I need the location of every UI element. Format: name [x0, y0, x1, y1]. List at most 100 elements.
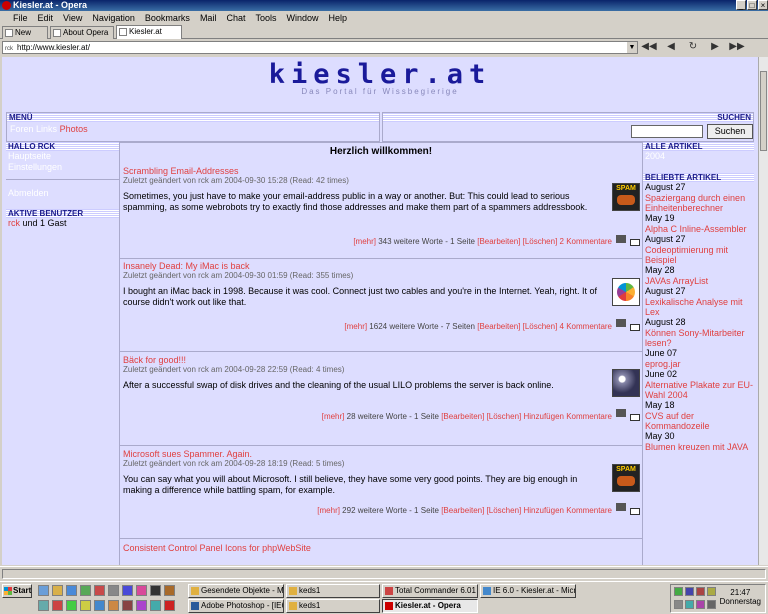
quick-launch-icon[interactable] — [150, 585, 161, 596]
tray-icon[interactable] — [696, 587, 705, 596]
menu-file[interactable]: File — [8, 13, 33, 23]
more-link[interactable]: [mehr] — [344, 322, 367, 331]
task-button-keds1[interactable]: keds1 — [286, 584, 380, 598]
edit-link[interactable]: [Bearbeiten] — [477, 322, 520, 331]
tray-icon[interactable] — [685, 600, 694, 609]
scrollbar-thumb[interactable] — [760, 71, 767, 151]
popular-link[interactable]: Alpha C Inline-Assembler — [645, 224, 754, 234]
year-link-2004[interactable]: 2004 — [643, 151, 754, 162]
site-logo[interactable]: kiesler.at — [2, 59, 758, 90]
delete-link[interactable]: [Löschen] — [523, 322, 558, 331]
mail-icon[interactable] — [630, 414, 640, 421]
clock[interactable]: 21:47 Donnerstag — [720, 588, 761, 606]
task-button-opera[interactable]: Kiesler.at - Opera — [382, 599, 478, 613]
maximize-button[interactable]: □ — [747, 0, 757, 10]
print-icon[interactable] — [616, 235, 626, 243]
popular-link[interactable]: JAVAs ArrayList — [645, 276, 754, 286]
task-button-keds1[interactable]: keds1 — [286, 599, 380, 613]
logout-link[interactable]: Abmelden — [6, 188, 119, 199]
menu-link-links[interactable]: Links — [36, 124, 57, 134]
popular-link[interactable]: CVS auf der Kommandozeile — [645, 411, 754, 431]
quick-launch-icon[interactable] — [108, 585, 119, 596]
quick-launch-icon[interactable] — [66, 600, 77, 611]
window-title-bar[interactable]: Kiesler.at - Opera — [0, 0, 768, 11]
search-input[interactable] — [631, 125, 703, 138]
more-link[interactable]: [mehr] — [317, 506, 340, 515]
popular-link[interactable]: Codeoptimierung mit Beispiel — [645, 245, 754, 265]
delete-link[interactable]: [Löschen] — [487, 506, 522, 515]
tray-icon[interactable] — [674, 587, 683, 596]
quick-launch-icon[interactable] — [94, 585, 105, 596]
search-button[interactable]: Suchen — [707, 124, 753, 139]
more-link[interactable]: [mehr] — [353, 237, 376, 246]
print-icon[interactable] — [616, 409, 626, 417]
quick-launch-icon[interactable] — [136, 600, 147, 611]
popular-link[interactable]: Spaziergang durch einen Einheitenberechn… — [645, 193, 754, 213]
tab-about-opera[interactable]: About Opera — [50, 26, 114, 39]
quick-launch-icon[interactable] — [66, 585, 77, 596]
menu-help[interactable]: Help — [324, 13, 353, 23]
menu-bookmarks[interactable]: Bookmarks — [140, 13, 195, 23]
quick-launch-icon[interactable] — [122, 600, 133, 611]
comments-link[interactable]: Hinzufügen Kommentare — [524, 412, 613, 421]
chevron-down-icon[interactable]: ▼ — [627, 42, 637, 53]
close-button[interactable]: × — [758, 0, 768, 10]
address-input[interactable]: rck http://www.kiesler.at/ ▼ — [2, 41, 638, 54]
menu-mail[interactable]: Mail — [195, 13, 222, 23]
print-icon[interactable] — [616, 503, 626, 511]
link-einstellungen[interactable]: Einstellungen — [6, 162, 119, 173]
fast-forward-icon[interactable]: ▶▶ — [728, 41, 746, 52]
popular-link[interactable]: Können Sony-Mitarbeiter lesen? — [645, 328, 754, 348]
menu-edit[interactable]: Edit — [33, 13, 59, 23]
task-button-total-commander[interactable]: Total Commander 6.01 - ... — [382, 584, 478, 598]
comments-link[interactable]: 2 Kommentare — [560, 237, 612, 246]
popular-link[interactable]: Blumen kreuzen mit JAVA — [645, 442, 754, 452]
page-viewport[interactable]: kiesler.at Das Portal für Wissbegierige … — [2, 57, 758, 565]
start-button[interactable]: Start — [2, 584, 32, 598]
quick-launch-icon[interactable] — [52, 600, 63, 611]
link-hauptseite[interactable]: Hauptseite — [6, 151, 119, 162]
edit-link[interactable]: [Bearbeiten] — [441, 506, 484, 515]
tab-kiesler[interactable]: Kiesler.at — [116, 25, 182, 39]
forward-icon[interactable]: ▶ — [706, 41, 724, 52]
rewind-icon[interactable]: ◀◀ — [640, 41, 658, 52]
quick-launch-icon[interactable] — [122, 585, 133, 596]
popular-link[interactable]: eprog.jar — [645, 359, 754, 369]
quick-launch-icon[interactable] — [136, 585, 147, 596]
article-title[interactable]: Bäck for good!!! — [123, 355, 186, 365]
menu-chat[interactable]: Chat — [221, 13, 250, 23]
menu-tools[interactable]: Tools — [250, 13, 281, 23]
quick-launch-icon[interactable] — [38, 585, 49, 596]
menu-window[interactable]: Window — [281, 13, 323, 23]
edit-link[interactable]: [Bearbeiten] — [477, 237, 520, 246]
article-title[interactable]: Insanely Dead: My iMac is back — [123, 261, 250, 271]
article-title[interactable]: Consistent Control Panel Icons for phpWe… — [123, 543, 311, 553]
quick-launch-icon[interactable] — [108, 600, 119, 611]
more-link[interactable]: [mehr] — [322, 412, 345, 421]
delete-link[interactable]: [Löschen] — [487, 412, 522, 421]
edit-link[interactable]: [Bearbeiten] — [441, 412, 484, 421]
quick-launch-icon[interactable] — [164, 600, 175, 611]
comments-link[interactable]: Hinzufügen Kommentare — [524, 506, 613, 515]
tab-new-page[interactable]: New page — [2, 26, 48, 49]
mail-icon[interactable] — [630, 508, 640, 515]
menu-view[interactable]: View — [58, 13, 87, 23]
back-icon[interactable]: ◀ — [662, 41, 680, 52]
comments-link[interactable]: 4 Kommentare — [560, 322, 612, 331]
mail-icon[interactable] — [630, 324, 640, 331]
menu-navigation[interactable]: Navigation — [87, 13, 140, 23]
reload-icon[interactable]: ↻ — [684, 41, 702, 52]
popular-link[interactable]: Lexikalische Analyse mit Lex — [645, 297, 754, 317]
task-button-outlook[interactable]: Gesendete Objekte - Micr... — [188, 584, 284, 598]
tray-icon[interactable] — [674, 600, 683, 609]
menu-link-photos[interactable]: Photos — [60, 124, 88, 134]
popular-link[interactable]: Alternative Plakate zur EU-Wahl 2004 — [645, 380, 754, 400]
menu-link-foren[interactable]: Foren — [10, 124, 34, 134]
delete-link[interactable]: [Löschen] — [523, 237, 558, 246]
quick-launch-icon[interactable] — [52, 585, 63, 596]
active-user-link[interactable]: rck — [8, 218, 20, 228]
quick-launch-icon[interactable] — [94, 600, 105, 611]
vertical-scrollbar[interactable] — [758, 57, 768, 565]
quick-launch-icon[interactable] — [80, 585, 91, 596]
quick-launch-icon[interactable] — [164, 585, 175, 596]
